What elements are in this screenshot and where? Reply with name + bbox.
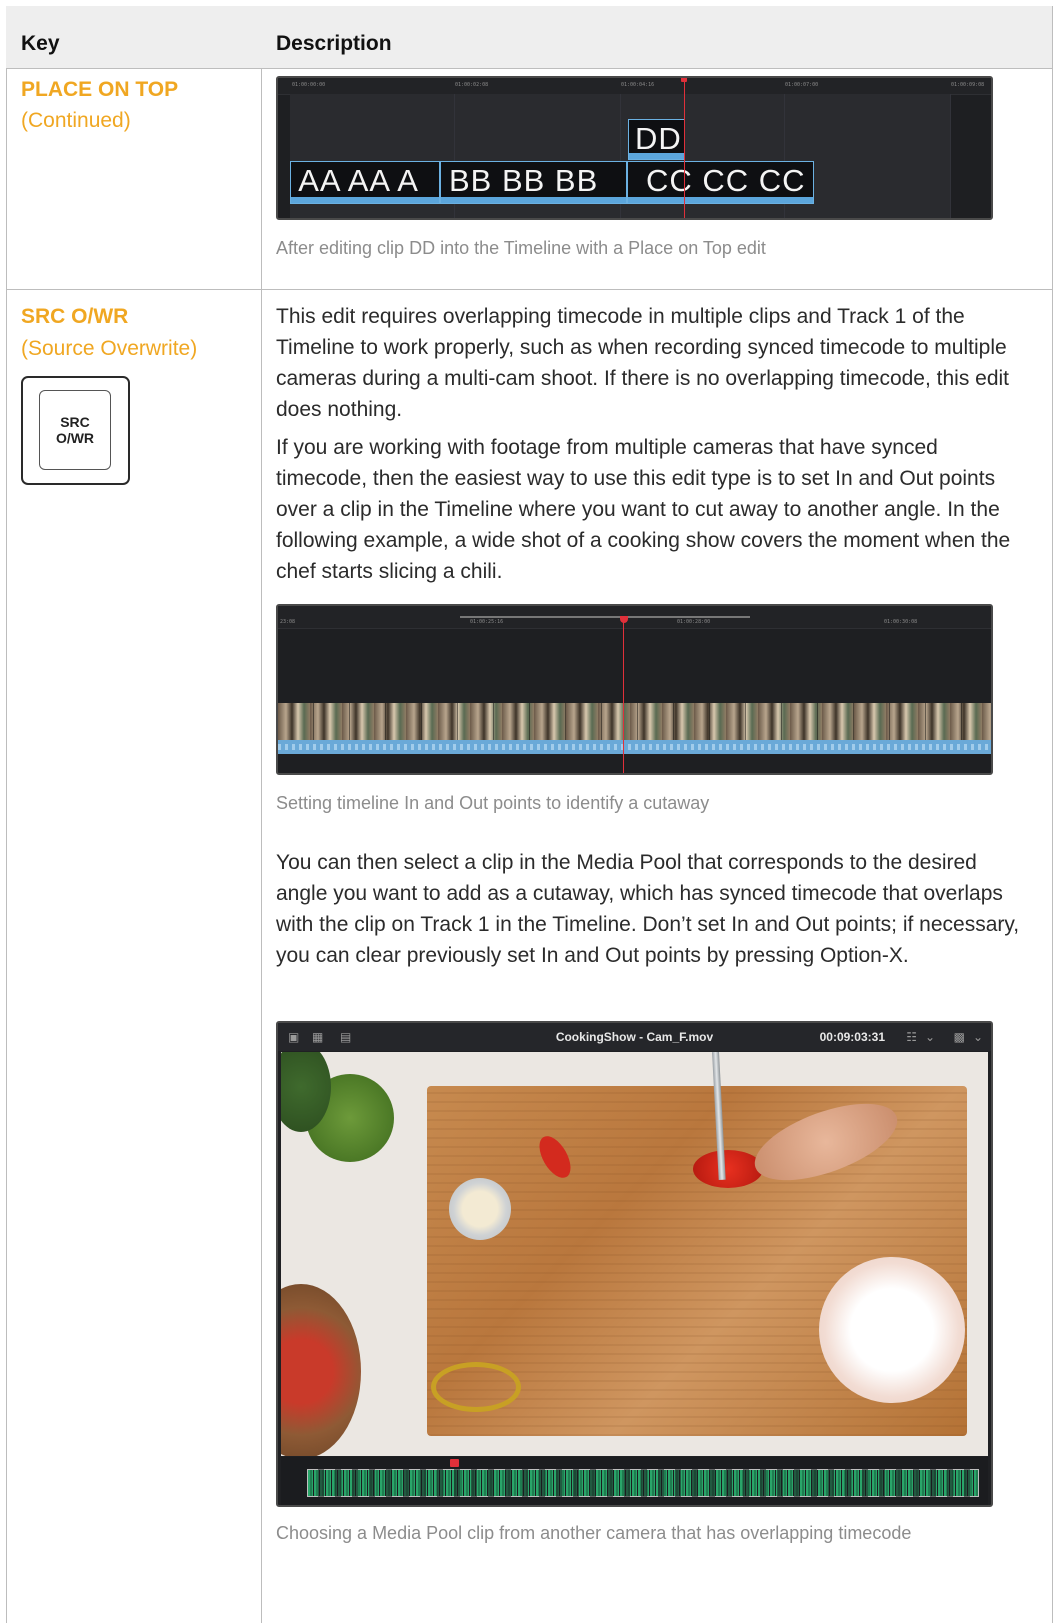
row-key-subtitle: (Continued) <box>21 109 131 132</box>
divider <box>6 68 1053 69</box>
filmstrip-frames <box>278 703 991 740</box>
source-viewer-screenshot: ▣ ▦ ▤ CookingShow - Cam_F.mov 00:09:03:3… <box>276 1021 993 1507</box>
clip-bb[interactable]: BB BB BB <box>440 161 627 204</box>
chevron-down-icon[interactable]: ⌄ <box>973 1030 983 1044</box>
timeline-ruler: 01:00:00:00 01:00:02:08 01:00:04:16 01:0… <box>278 78 991 95</box>
description-paragraph: You can then select a clip in the Media … <box>276 851 1020 967</box>
figure-caption: Setting timeline In and Out points to id… <box>276 793 710 813</box>
key-description-table: Key Description PLACE ON TOP (Continued)… <box>6 6 1053 1623</box>
divider <box>6 68 7 1623</box>
divider <box>261 68 262 1623</box>
viewer-header: ▣ ▦ ▤ CookingShow - Cam_F.mov 00:09:03:3… <box>278 1023 991 1051</box>
tomato-bowl <box>281 1284 361 1456</box>
timeline-in-out-screenshot: 23:08 01:00:25:16 01:00:28:00 01:00:30:0… <box>276 604 993 775</box>
viewer-timecode: 00:09:03:31 <box>819 1030 885 1044</box>
figure-caption: Choosing a Media Pool clip from another … <box>276 1523 912 1543</box>
chili <box>693 1150 763 1188</box>
row-key-title: PLACE ON TOP <box>21 78 179 101</box>
ruler-timecode: 01:00:00:00 <box>292 82 326 88</box>
clip-audio-bar <box>628 197 813 203</box>
clip-audio-bar <box>441 197 626 203</box>
table-header: Key Description <box>6 6 1053 68</box>
ruler-timecode: 01:00:30:08 <box>884 619 918 625</box>
clip-label: BB BB BB <box>449 163 599 198</box>
scissors <box>431 1362 521 1412</box>
clip-dd[interactable]: DD <box>628 119 685 160</box>
in-out-range[interactable] <box>460 616 750 618</box>
playhead-handle[interactable] <box>681 78 687 82</box>
src-owr-key-icon: SRC O/WR <box>21 376 130 485</box>
audio-scrub-bar[interactable] <box>281 1457 988 1505</box>
garlic-bowl <box>449 1178 511 1240</box>
clip-cc[interactable]: CC CC CC <box>627 161 814 204</box>
description-paragraph: This edit requires overlapping timecode … <box>276 305 1010 421</box>
clip-audio-bar <box>291 197 439 203</box>
timeline-screenshot: 01:00:00:00 01:00:02:08 01:00:04:16 01:0… <box>276 76 993 220</box>
playhead[interactable] <box>623 618 624 773</box>
keycap-label: O/WR <box>55 430 95 446</box>
salt-bowl <box>819 1257 965 1403</box>
chevron-down-icon[interactable]: ⌄ <box>925 1030 935 1044</box>
ruler-timecode: 01:00:04:16 <box>621 82 655 88</box>
fit-icon[interactable]: ☷ <box>906 1030 917 1044</box>
divider <box>6 289 1053 290</box>
clip-label: DD <box>635 121 682 156</box>
playhead[interactable] <box>684 80 685 218</box>
ruler-timecode: 01:00:09:08 <box>951 82 985 88</box>
header-description: Description <box>276 32 392 55</box>
ruler-timecode: 01:00:02:08 <box>455 82 489 88</box>
clip-label: CC CC CC <box>646 163 806 198</box>
playhead-handle[interactable] <box>450 1459 459 1467</box>
row-key-title: SRC O/WR <box>21 305 129 328</box>
ruler-timecode: 23:08 <box>280 619 296 625</box>
ruler-timecode: 01:00:28:00 <box>677 619 711 625</box>
description-paragraph: If you are working with footage from mul… <box>276 436 1011 583</box>
audio-waveform <box>278 744 991 750</box>
monitor-icon[interactable]: ▩ <box>954 1030 965 1044</box>
clip-aa[interactable]: AA AA A <box>290 161 440 204</box>
ruler-timecode: 01:00:25:16 <box>470 619 504 625</box>
figure-caption: After editing clip DD into the Timeline … <box>276 238 766 258</box>
video-frame <box>281 1052 988 1456</box>
clip-label: AA AA A <box>291 163 419 198</box>
clip-audio-bar <box>629 153 684 159</box>
header-key: Key <box>21 32 60 55</box>
row-key-subtitle: (Source Overwrite) <box>21 337 198 360</box>
keycap-label: SRC <box>60 414 90 430</box>
ruler-timecode: 01:00:07:00 <box>785 82 819 88</box>
gridline <box>950 94 951 218</box>
keycap-face: SRC O/WR <box>39 390 111 470</box>
waveform-shading <box>307 1469 979 1497</box>
